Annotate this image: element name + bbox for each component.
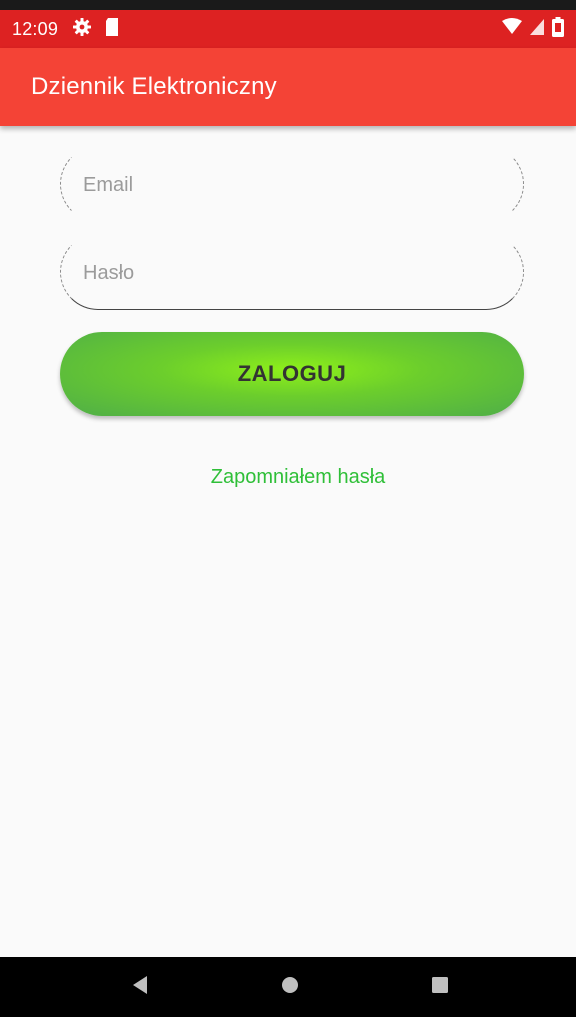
- forgot-password-link[interactable]: Zapomniałem hasła: [0, 466, 576, 489]
- home-icon: [280, 975, 300, 1000]
- recents-icon: [431, 976, 449, 999]
- email-input[interactable]: [83, 169, 483, 201]
- email-field-container[interactable]: [60, 146, 524, 222]
- app-title: Dziennik Elektroniczny: [31, 73, 277, 100]
- status-bar: 12:09: [0, 10, 576, 48]
- sd-card-icon: [104, 17, 120, 42]
- wifi-icon: [502, 17, 522, 41]
- battery-icon: [552, 16, 564, 42]
- status-right-icons: [502, 16, 564, 42]
- password-input[interactable]: [83, 257, 483, 289]
- back-icon: [131, 975, 149, 1000]
- home-button[interactable]: [250, 957, 330, 1017]
- gear-icon: [72, 17, 92, 42]
- app-bar: Dziennik Elektroniczny: [0, 48, 576, 126]
- login-screen: ZALOGUJ Zapomniałem hasła: [0, 126, 576, 957]
- recents-button[interactable]: [400, 957, 480, 1017]
- status-time: 12:09: [12, 18, 59, 39]
- screen-top-border: [0, 0, 576, 10]
- status-left-icons: [72, 17, 120, 42]
- password-field-container[interactable]: [60, 234, 524, 310]
- login-button[interactable]: ZALOGUJ: [60, 332, 524, 416]
- signal-icon: [530, 18, 544, 40]
- back-button[interactable]: [100, 957, 180, 1017]
- navigation-bar: [0, 957, 576, 1017]
